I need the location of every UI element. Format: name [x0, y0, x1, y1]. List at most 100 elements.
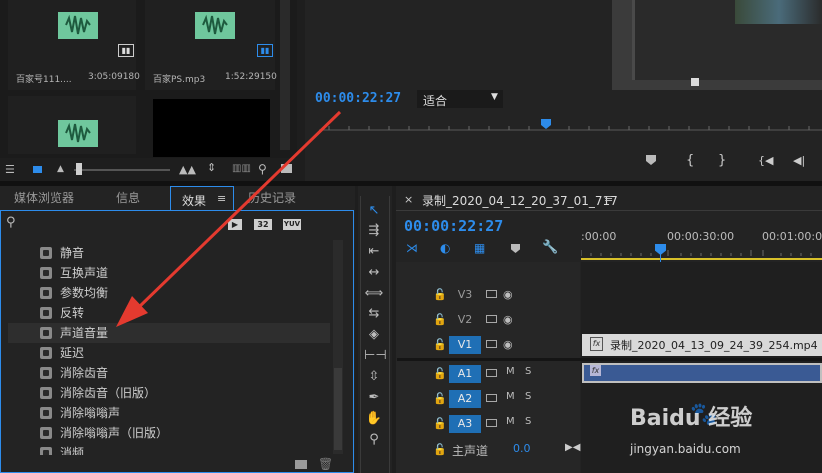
project-item-video[interactable]	[153, 99, 270, 157]
project-item-audio-3[interactable]	[8, 96, 136, 154]
step-back-icon[interactable]: ◀|	[793, 154, 805, 167]
camera-icon[interactable]	[486, 340, 497, 348]
folder-icon[interactable]	[281, 164, 292, 173]
sync-lock-icon[interactable]	[486, 369, 497, 377]
track-label-a1[interactable]: A1	[449, 365, 481, 383]
automate-icon[interactable]: ▥▥	[232, 163, 251, 174]
project-item-audio-1[interactable]: ▮▮ 百家号111.... 3:05:09180	[8, 0, 140, 90]
source-timecode[interactable]: 00:00:22:27	[315, 91, 401, 106]
yuv-effects-icon[interactable]: YUV	[283, 219, 301, 230]
track-v1[interactable]: 🔓 V1 ◉	[397, 333, 581, 357]
effect-item[interactable]: 互换声道	[8, 263, 330, 283]
effect-item[interactable]: 参数均衡	[8, 283, 330, 303]
rolling-edit-tool-icon[interactable]: ↔	[364, 264, 384, 282]
track-label-v1[interactable]: V1	[449, 336, 481, 354]
effect-item-partial[interactable]: 消频	[8, 443, 330, 455]
camera-icon[interactable]	[486, 315, 497, 323]
lock-icon[interactable]: 🔓	[433, 313, 447, 326]
effects-scrollbar-thumb[interactable]	[334, 368, 342, 450]
mark-in-icon[interactable]: {	[686, 153, 694, 168]
zoom-out-icon[interactable]: ▲	[57, 164, 64, 174]
tab-effects-active[interactable]: 效果 ≡	[170, 186, 234, 210]
source-ruler[interactable]	[319, 122, 822, 134]
tab-history[interactable]: 历史记录	[248, 186, 296, 210]
solo-button[interactable]: S	[525, 416, 531, 427]
video-clip[interactable]: fx 录制_2020_04_13_09_24_39_254.mp4 [V]	[582, 334, 822, 356]
project-scrollbar[interactable]	[280, 0, 290, 150]
solo-button[interactable]: S	[525, 366, 531, 377]
sequence-tab-title[interactable]: 录制_2020_04_12_20_37_01_717	[422, 192, 618, 209]
fit-dropdown[interactable]: 适合 ▼	[417, 90, 503, 108]
accelerated-effects-icon[interactable]: ▶	[228, 219, 242, 230]
slide-tool-icon[interactable]: ⊢⊣	[364, 347, 387, 365]
new-bin-icon[interactable]	[295, 460, 307, 469]
icon-view-icon[interactable]	[33, 166, 42, 173]
effect-item[interactable]: 反转	[8, 303, 330, 323]
solo-button[interactable]: S	[525, 391, 531, 402]
work-area-bar[interactable]	[581, 258, 822, 260]
project-item-audio-2[interactable]: ▮▮ 百家PS.mp3 1:52:29150	[145, 0, 277, 90]
effect-item[interactable]: 消除嗡嗡声（旧版）	[8, 423, 330, 443]
delete-icon[interactable]: 🗑	[318, 457, 333, 471]
lock-icon[interactable]: 🔓	[433, 338, 447, 351]
32bit-effects-icon[interactable]: 32	[254, 219, 272, 230]
effect-item-selected[interactable]: 声道音量	[8, 323, 330, 343]
mute-button[interactable]: M	[506, 391, 515, 402]
effect-item[interactable]: 消除齿音	[8, 363, 330, 383]
rate-stretch-tool-icon[interactable]: ⟺	[364, 285, 384, 303]
panel-menu-icon[interactable]: ≡	[217, 192, 226, 205]
audio-clip[interactable]: fx	[582, 363, 822, 383]
razor-tool-icon[interactable]: ⇆	[364, 305, 384, 323]
lock-icon[interactable]: 🔓	[433, 392, 447, 405]
lock-icon[interactable]: 🔓	[433, 288, 447, 301]
lock-icon[interactable]: 🔓	[433, 417, 447, 430]
go-to-in-icon[interactable]: {◀	[758, 154, 773, 167]
eye-icon[interactable]: ◉	[503, 313, 513, 326]
track-select-tool-icon[interactable]: ⇶	[364, 222, 384, 240]
effect-item[interactable]: 消除嗡嗡声	[8, 403, 330, 423]
track-label-a2[interactable]: A2	[449, 390, 481, 408]
slip-tool-icon[interactable]: ◈	[364, 326, 384, 344]
timeline-ruler[interactable]	[581, 246, 822, 258]
sync-lock-icon[interactable]	[486, 394, 497, 402]
effect-item[interactable]: 静音	[8, 243, 330, 263]
tab-media-browser[interactable]: 媒体浏览器	[14, 186, 74, 210]
track-label-v2[interactable]: V2	[449, 311, 481, 329]
close-icon[interactable]: ×	[404, 193, 413, 206]
track-v2[interactable]: 🔓 V2 ◉	[397, 308, 581, 332]
pen-icon[interactable]: ✒	[364, 389, 384, 407]
track-master[interactable]: 🔓 主声道 0.0 ▶◀	[397, 438, 581, 462]
add-marker-icon[interactable]	[511, 244, 520, 253]
eye-icon[interactable]: ◉	[503, 288, 513, 301]
eye-icon[interactable]: ◉	[503, 338, 513, 351]
add-marker-icon[interactable]	[646, 155, 656, 165]
track-label-v3[interactable]: V3	[449, 286, 481, 304]
list-view-icon[interactable]: ☰	[5, 163, 15, 176]
sort-icon[interactable]: ⇕	[207, 161, 216, 174]
linked-selection-icon[interactable]: ◐	[440, 241, 450, 255]
zoom-slider[interactable]	[74, 169, 170, 171]
effects-search-input[interactable]: ⚲	[2, 213, 222, 233]
track-a2[interactable]: 🔓 A2 M S	[397, 387, 581, 411]
insert-overwrite-icon[interactable]: ▦	[474, 241, 485, 255]
sequence-timecode[interactable]: 00:00:22:27	[404, 217, 503, 235]
master-volume[interactable]: 0.0	[513, 442, 531, 455]
selection-tool-icon[interactable]: ↖	[364, 202, 384, 220]
lock-icon[interactable]: 🔓	[433, 367, 447, 380]
track-a1[interactable]: 🔓 A1 M S	[397, 362, 581, 386]
track-v3[interactable]: 🔓 V3 ◉	[397, 283, 581, 307]
hand-tool-icon[interactable]: ✋	[364, 410, 384, 428]
mark-out-icon[interactable]: }	[718, 153, 726, 168]
pen-tool-icon[interactable]: ⇳	[364, 368, 384, 386]
sync-lock-icon[interactable]	[486, 419, 497, 427]
master-nav-icon[interactable]: ▶◀	[565, 442, 580, 453]
track-label-a3[interactable]: A3	[449, 415, 481, 433]
wrench-icon[interactable]: 🔧	[542, 240, 558, 255]
mute-button[interactable]: M	[506, 366, 515, 377]
search-icon[interactable]: ⚲	[258, 162, 267, 176]
camera-icon[interactable]	[486, 290, 497, 298]
zoom-tool-icon[interactable]: ⚲	[364, 431, 384, 449]
track-a3[interactable]: 🔓 A3 M S	[397, 412, 581, 436]
tab-info[interactable]: 信息	[116, 186, 140, 210]
ripple-edit-tool-icon[interactable]: ⇤	[364, 243, 384, 261]
